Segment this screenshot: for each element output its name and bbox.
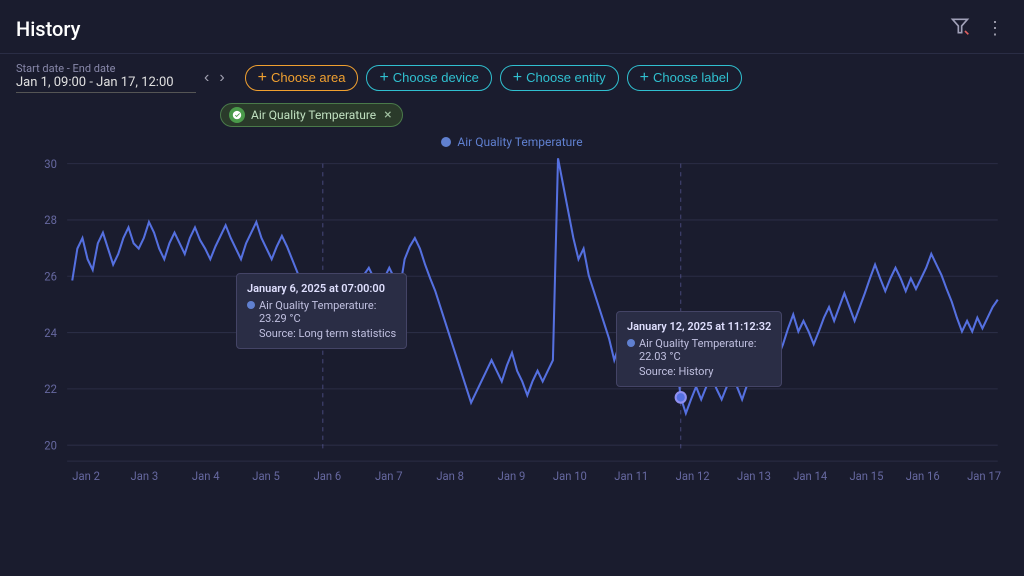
active-filter-label: Air Quality Temperature — [251, 108, 376, 122]
svg-text:Jan 10: Jan 10 — [553, 469, 587, 483]
svg-text:Jan 6: Jan 6 — [314, 469, 342, 483]
svg-text:Jan 11: Jan 11 — [614, 469, 648, 483]
legend-label: Air Quality Temperature — [457, 135, 582, 149]
filter-chips: + Choose area + Choose device + Choose e… — [245, 65, 1008, 91]
date-range-label: Start date - End date — [16, 62, 196, 75]
svg-text:Jan 9: Jan 9 — [498, 469, 526, 483]
choose-area-chip[interactable]: + Choose area — [245, 65, 359, 91]
controls-row: Start date - End date Jan 1, 09:00 - Jan… — [0, 54, 1024, 101]
svg-text:22: 22 — [44, 382, 57, 396]
nav-arrows: ‹ › — [200, 67, 229, 89]
choose-entity-label: Choose entity — [526, 70, 606, 85]
svg-text:Jan 3: Jan 3 — [131, 469, 159, 483]
filter-remove-button[interactable]: × — [384, 107, 391, 123]
more-menu-button[interactable]: ⋮ — [982, 14, 1008, 43]
svg-text:Jan 14: Jan 14 — [793, 469, 828, 483]
svg-text:Jan 17: Jan 17 — [967, 469, 1001, 483]
date-range-value: Jan 1, 09:00 - Jan 17, 12:00 — [16, 75, 196, 93]
svg-text:26: 26 — [44, 269, 57, 283]
svg-text:20: 20 — [44, 438, 57, 452]
active-filter-row: Air Quality Temperature × — [0, 101, 1024, 131]
filter-icon-button[interactable] — [946, 12, 974, 45]
svg-text:Jan 12: Jan 12 — [676, 469, 711, 483]
active-filter-chip: Air Quality Temperature × — [220, 103, 403, 127]
next-button[interactable]: › — [215, 67, 228, 89]
svg-text:Jan 16: Jan 16 — [906, 469, 940, 483]
svg-text:Jan 7: Jan 7 — [375, 469, 403, 483]
chart-legend: Air Quality Temperature — [16, 135, 1008, 149]
page-title: History — [16, 17, 80, 41]
choose-device-label: Choose device — [393, 70, 479, 85]
legend-dot — [441, 137, 451, 147]
plus-icon: + — [258, 70, 267, 86]
svg-text:28: 28 — [44, 213, 57, 227]
temperature-chart: 30 28 26 24 22 20 Jan 2 Jan 3 Jan 4 Jan … — [16, 153, 1008, 493]
svg-text:Jan 2: Jan 2 — [72, 469, 100, 483]
choose-area-label: Choose area — [271, 70, 345, 85]
choose-label-label: Choose label — [653, 70, 729, 85]
choose-label-chip[interactable]: + Choose label — [627, 65, 742, 91]
header-actions: ⋮ — [946, 12, 1008, 45]
plus-icon: + — [513, 70, 522, 86]
app-header: History ⋮ — [0, 0, 1024, 54]
svg-text:Jan 15: Jan 15 — [849, 469, 883, 483]
choose-entity-chip[interactable]: + Choose entity — [500, 65, 619, 91]
svg-text:Jan 13: Jan 13 — [737, 469, 771, 483]
chart-area: Air Quality Temperature 30 28 26 24 22 2… — [16, 135, 1008, 515]
filter-chip-icon — [229, 107, 245, 123]
choose-device-chip[interactable]: + Choose device — [366, 65, 491, 91]
svg-text:Jan 5: Jan 5 — [252, 469, 280, 483]
svg-text:Jan 4: Jan 4 — [192, 469, 220, 483]
svg-text:24: 24 — [44, 326, 57, 340]
svg-text:30: 30 — [44, 157, 57, 171]
plus-icon: + — [640, 70, 649, 86]
chart-container: 30 28 26 24 22 20 Jan 2 Jan 3 Jan 4 Jan … — [16, 153, 1008, 493]
svg-text:Jan 8: Jan 8 — [436, 469, 464, 483]
prev-button[interactable]: ‹ — [200, 67, 213, 89]
date-range-container: Start date - End date Jan 1, 09:00 - Jan… — [16, 62, 196, 93]
plus-icon: + — [379, 70, 388, 86]
date-range-section: Start date - End date Jan 1, 09:00 - Jan… — [16, 62, 229, 93]
